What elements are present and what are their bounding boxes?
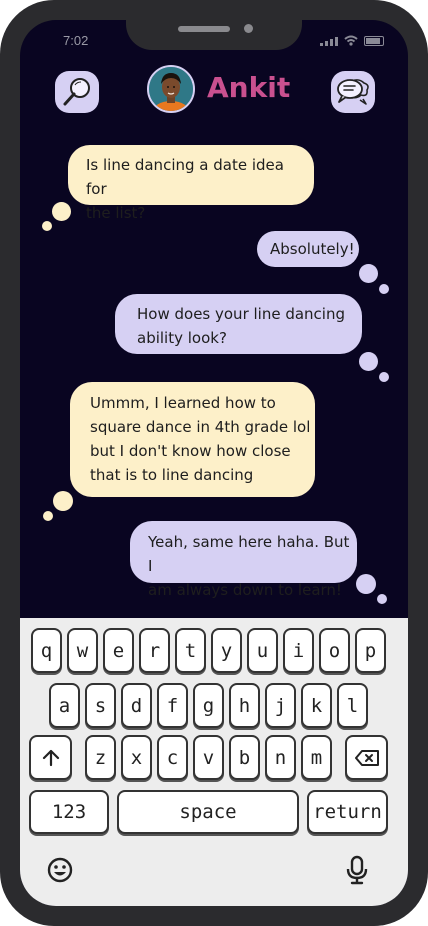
emoji-button[interactable] bbox=[46, 856, 74, 884]
message-line: Yeah, same here haha. But I bbox=[148, 533, 350, 575]
key-s[interactable]: s bbox=[85, 683, 116, 728]
microphone-button[interactable] bbox=[343, 854, 371, 886]
key-g[interactable]: g bbox=[193, 683, 224, 728]
thought-dot bbox=[356, 574, 376, 594]
thought-dot bbox=[52, 202, 71, 221]
key-v[interactable]: v bbox=[193, 735, 224, 780]
backspace-icon bbox=[354, 749, 379, 766]
space-key[interactable]: space bbox=[117, 790, 299, 834]
key-m[interactable]: m bbox=[301, 735, 332, 780]
status-icons bbox=[320, 35, 384, 46]
message-bubble-sent[interactable]: Absolutely! bbox=[257, 231, 359, 267]
emoji-icon bbox=[47, 857, 73, 883]
message-line: that is to line dancing bbox=[90, 466, 254, 484]
key-o[interactable]: o bbox=[319, 628, 350, 673]
message-bubble-received[interactable]: Is line dancing a date idea for the list… bbox=[68, 145, 314, 222]
key-f[interactable]: f bbox=[157, 683, 188, 728]
thought-dot bbox=[53, 491, 73, 511]
key-j[interactable]: j bbox=[265, 683, 296, 728]
chat-button[interactable] bbox=[331, 71, 375, 113]
message-line: the list? bbox=[86, 204, 146, 222]
signal-icon bbox=[320, 36, 338, 46]
thought-dot bbox=[379, 284, 389, 294]
wifi-icon bbox=[344, 35, 358, 46]
key-k[interactable]: k bbox=[301, 683, 332, 728]
thought-dot bbox=[42, 221, 52, 231]
key-b[interactable]: b bbox=[229, 735, 260, 780]
key-u[interactable]: u bbox=[247, 628, 278, 673]
avatar[interactable] bbox=[147, 65, 195, 113]
key-i[interactable]: i bbox=[283, 628, 314, 673]
battery-icon bbox=[364, 35, 384, 46]
message-line: but I don't know how close bbox=[90, 442, 291, 460]
message-line: Absolutely! bbox=[270, 240, 355, 258]
key-y[interactable]: y bbox=[211, 628, 242, 673]
message-line: am always down to learn! bbox=[148, 581, 342, 599]
speech-bubbles-icon bbox=[337, 79, 369, 105]
key-d[interactable]: d bbox=[121, 683, 152, 728]
key-n[interactable]: n bbox=[265, 735, 296, 780]
status-time: 7:02 bbox=[63, 33, 89, 48]
return-key[interactable]: return bbox=[307, 790, 388, 834]
message-line: Ummm, I learned how to bbox=[90, 394, 276, 412]
shift-arrow-icon bbox=[42, 749, 59, 766]
key-x[interactable]: x bbox=[121, 735, 152, 780]
backspace-key[interactable] bbox=[345, 735, 388, 780]
search-button[interactable] bbox=[55, 71, 99, 113]
message-bubble-received[interactable]: Ummm, I learned how to square dance in 4… bbox=[70, 382, 315, 497]
key-r[interactable]: r bbox=[139, 628, 170, 673]
thought-dot bbox=[359, 352, 378, 371]
message-line: How does your line dancing bbox=[137, 305, 346, 323]
key-z[interactable]: z bbox=[85, 735, 116, 780]
front-camera bbox=[244, 24, 253, 33]
thought-dot bbox=[43, 511, 53, 521]
contact-name[interactable]: Ankit bbox=[207, 71, 290, 104]
key-l[interactable]: l bbox=[337, 683, 368, 728]
key-h[interactable]: h bbox=[229, 683, 260, 728]
notch bbox=[126, 20, 302, 50]
thought-dot bbox=[377, 594, 387, 604]
contact-photo bbox=[149, 67, 193, 111]
speaker-grille bbox=[178, 26, 230, 32]
key-q[interactable]: q bbox=[31, 628, 62, 673]
key-w[interactable]: w bbox=[67, 628, 98, 673]
message-bubble-sent[interactable]: How does your line dancing ability look? bbox=[115, 294, 362, 354]
search-icon bbox=[63, 78, 90, 106]
key-e[interactable]: e bbox=[103, 628, 134, 673]
message-line: square dance in 4th grade lol bbox=[90, 418, 311, 436]
message-bubble-sent[interactable]: Yeah, same here haha. But I am always do… bbox=[130, 521, 357, 599]
key-p[interactable]: p bbox=[355, 628, 386, 673]
message-line: ability look? bbox=[137, 329, 227, 347]
thought-dot bbox=[379, 372, 389, 382]
key-a[interactable]: a bbox=[49, 683, 80, 728]
key-c[interactable]: c bbox=[157, 735, 188, 780]
thought-dot bbox=[359, 264, 378, 283]
shift-key[interactable] bbox=[29, 735, 72, 780]
numbers-key[interactable]: 123 bbox=[29, 790, 109, 834]
message-line: Is line dancing a date idea for bbox=[86, 156, 284, 198]
key-t[interactable]: t bbox=[175, 628, 206, 673]
microphone-icon bbox=[346, 855, 368, 885]
